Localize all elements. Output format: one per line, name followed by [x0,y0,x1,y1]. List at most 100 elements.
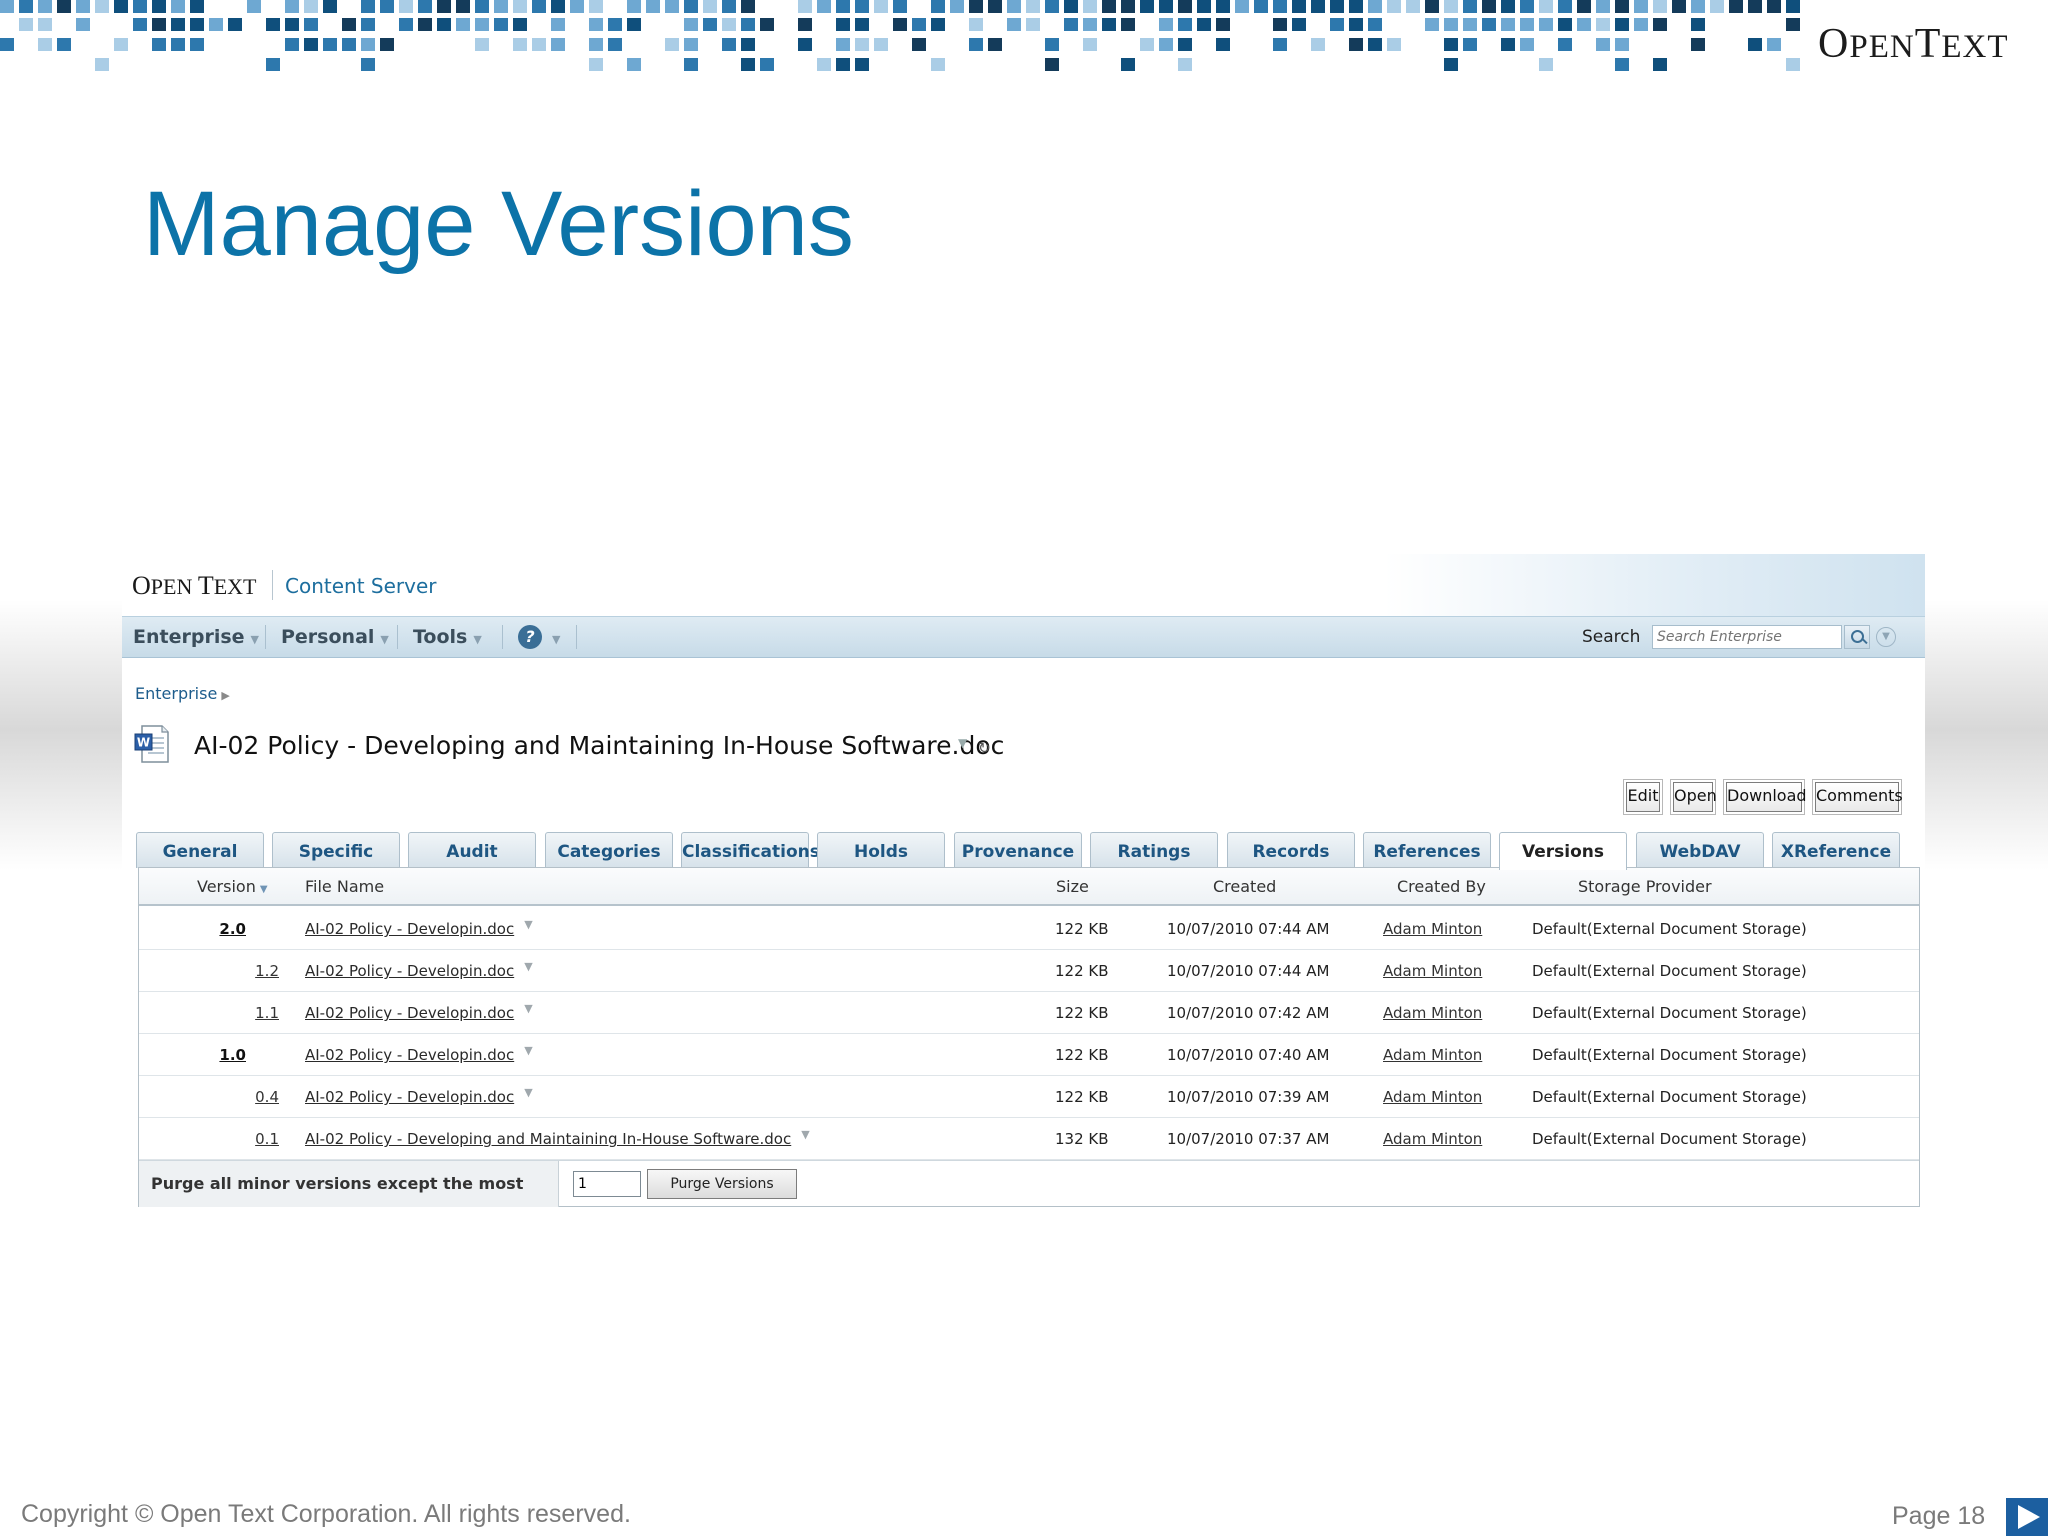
version-number-link[interactable]: 1.0 [139,1034,246,1076]
properties-tabs: General Specific Audit Categories Classi… [136,832,1916,900]
tab-general[interactable]: General [136,832,264,868]
search-icon[interactable] [1844,625,1870,649]
tab-categories[interactable]: Categories [545,832,673,868]
product-name: Content Server [285,574,437,598]
column-created[interactable]: Created [1213,868,1276,906]
tab-versions[interactable]: Versions [1499,832,1627,870]
size-cell: 122 KB [1055,920,1109,938]
column-storage-provider[interactable]: Storage Provider [1578,868,1712,906]
size-cell: 122 KB [1055,1004,1109,1022]
tab-ratings[interactable]: Ratings [1090,832,1218,868]
chevron-down-icon[interactable]: ▼ [524,1030,532,1072]
table-header: Version ▼ File Name Size Created Created … [139,868,1919,906]
column-size[interactable]: Size [1056,868,1089,906]
created-by-link[interactable]: Adam Minton [1383,992,1482,1034]
tab-specific[interactable]: Specific [272,832,400,868]
app-header: OPEN TEXT Content Server [122,554,1925,616]
created-cell: 10/07/2010 07:44 AM [1167,920,1330,938]
storage-provider-cell: Default(External Document Storage) [1532,1130,1807,1148]
help-menu-caret[interactable]: ▼ [546,617,560,657]
storage-provider-cell: Default(External Document Storage) [1532,920,1807,938]
table-row: 1.2 AI-02 Policy - Developin.doc ▼ 122 KB 10… [139,950,1919,992]
created-by-link[interactable]: Adam Minton [1383,950,1482,992]
document-title: AI-02 Policy - Developing and Maintainin… [194,731,1005,760]
storage-provider-cell: Default(External Document Storage) [1532,1088,1807,1106]
version-number-link[interactable]: 1.2 [139,950,279,992]
chevron-down-icon: ▼ [473,633,482,646]
purge-versions-button[interactable]: Purge Versions [647,1169,797,1199]
search-input[interactable] [1652,625,1842,649]
tab-records-detail[interactable]: Records Detail [1227,832,1355,900]
edit-button[interactable]: Edit [1626,782,1660,812]
column-version[interactable]: Version ▼ [197,868,268,909]
chevron-down-icon[interactable]: ▼ [524,988,532,1030]
created-by-link[interactable]: Adam Minton [1383,908,1482,950]
purge-bar: Purge all minor versions except the most… [139,1160,1919,1222]
file-name-link[interactable]: AI-02 Policy - Developin.doc ▼ [305,950,533,992]
menu-personal[interactable]: Personal ▼ [281,617,389,657]
table-row: 1.1 AI-02 Policy - Developin.doc ▼ 122 KB 10… [139,992,1919,1034]
chevron-down-icon[interactable]: ▼ [801,1114,809,1156]
chevron-down-icon: ▼ [250,633,259,646]
chevron-down-icon[interactable]: ▼ [524,1072,532,1114]
tab-classifications[interactable]: Classifications [681,832,820,868]
tab-holds[interactable]: Holds [817,832,945,868]
table-row: 2.0 AI-02 Policy - Developin.doc ▼ 122 KB 10… [139,908,1919,950]
refresh-icon[interactable]: ↻ [978,739,991,757]
version-number-link[interactable]: 2.0 [139,908,246,950]
table-row: 0.4 AI-02 Policy - Developin.doc ▼ 122 KB 10… [139,1076,1919,1118]
storage-provider-cell: Default(External Document Storage) [1532,962,1807,980]
created-cell: 10/07/2010 07:44 AM [1167,962,1330,980]
open-button[interactable]: Open [1673,782,1717,812]
column-file-name[interactable]: File Name [305,868,384,906]
download-button[interactable]: Download [1726,782,1807,812]
search-label: Search [1582,627,1641,647]
created-by-link[interactable]: Adam Minton [1383,1034,1482,1076]
help-icon[interactable]: ? [518,625,542,649]
version-number-link[interactable]: 0.1 [139,1118,279,1160]
version-number-link[interactable]: 1.1 [139,992,279,1034]
file-name-link[interactable]: AI-02 Policy - Developin.doc ▼ [305,1076,533,1118]
breadcrumb-arrow-icon: ▶ [221,689,230,702]
app-logo: OPEN TEXT [132,571,257,600]
next-slide-arrow-icon[interactable] [2006,1498,2048,1536]
created-cell: 10/07/2010 07:37 AM [1167,1130,1330,1148]
chevron-down-icon[interactable]: ▼ [524,904,532,946]
document-menu-chevron-icon[interactable]: ▼ [958,736,967,750]
file-name-link[interactable]: AI-02 Policy - Developin.doc ▼ [305,992,533,1034]
column-created-by[interactable]: Created By [1397,868,1486,906]
file-name-link[interactable]: AI-02 Policy - Developin.doc ▼ [305,908,533,950]
size-cell: 122 KB [1055,1088,1109,1106]
created-by-link[interactable]: Adam Minton [1383,1118,1482,1160]
comments-button[interactable]: Comments [1815,782,1903,812]
tab-audit[interactable]: Audit [408,832,536,868]
tab-references[interactable]: References [1363,832,1491,868]
slide-opentext-logo: OPENTEXT [1818,21,2009,67]
file-name-link[interactable]: AI-02 Policy - Developin.doc ▼ [305,1034,533,1076]
created-cell: 10/07/2010 07:40 AM [1167,1046,1330,1064]
size-cell: 122 KB [1055,1046,1109,1064]
menu-enterprise[interactable]: Enterprise ▼ [133,617,259,657]
menu-tools[interactable]: Tools ▼ [413,617,482,657]
breadcrumb: Enterprise ▶ [135,684,230,703]
tab-webdav[interactable]: WebDAV [1636,832,1764,868]
file-name-link[interactable]: AI-02 Policy - Developing and Maintainin… [305,1118,810,1160]
tab-provenance[interactable]: Provenance [954,832,1082,868]
size-cell: 132 KB [1055,1130,1109,1148]
chevron-down-icon[interactable]: ▼ [524,946,532,988]
table-row: 0.1 AI-02 Policy - Developing and Maintai… [139,1118,1919,1160]
search-options-icon[interactable]: ▼ [1876,627,1896,647]
menu-divider [397,625,398,649]
chevron-down-icon: ▼ [552,633,561,646]
purge-keep-count-input[interactable] [573,1171,641,1197]
size-cell: 122 KB [1055,962,1109,980]
tab-xreference[interactable]: XReference [1772,832,1900,868]
breadcrumb-enterprise[interactable]: Enterprise [135,684,217,703]
version-number-link[interactable]: 0.4 [139,1076,279,1118]
created-cell: 10/07/2010 07:39 AM [1167,1088,1330,1106]
created-by-link[interactable]: Adam Minton [1383,1076,1482,1118]
content-server-screenshot: OPEN TEXT Content Server Enterprise ▼ Per… [122,554,1925,1222]
storage-provider-cell: Default(External Document Storage) [1532,1046,1807,1064]
menu-divider [265,625,266,649]
menu-divider [502,625,503,649]
